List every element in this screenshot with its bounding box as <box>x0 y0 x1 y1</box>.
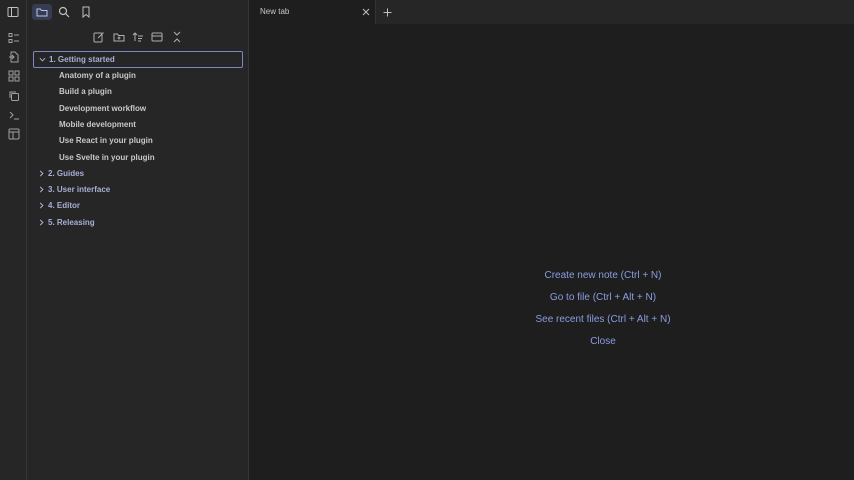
tree-item-label: 5. Releasing <box>48 218 95 227</box>
file-explorer-sidebar: 1. Getting started Anatomy of a plugin B… <box>7 0 249 480</box>
sidebar-header <box>7 0 249 24</box>
close-link[interactable]: Close <box>250 334 854 356</box>
file-swap-icon[interactable] <box>6 49 21 64</box>
tree-item-label: Development workflow <box>59 104 147 113</box>
tree-folder-editor[interactable]: 4. Editor <box>33 197 80 214</box>
close-icon[interactable] <box>360 6 371 17</box>
tree-folder-releasing[interactable]: 5. Releasing <box>33 214 95 231</box>
tree-file[interactable]: Development workflow <box>59 100 146 117</box>
tree-item-label: Mobile development <box>59 120 136 129</box>
search-icon[interactable] <box>54 4 74 20</box>
canvas-icon[interactable] <box>6 68 21 83</box>
tree-item-label: Use React in your plugin <box>59 136 153 145</box>
tree-folder-getting-started[interactable]: 1. Getting started <box>33 51 243 68</box>
tree-item-label: 3. User interface <box>48 185 111 194</box>
tree-item-label: Use Svelte in your plugin <box>59 153 155 162</box>
outline-icon[interactable] <box>6 30 21 45</box>
tree-item-label: 4. Editor <box>48 201 81 210</box>
create-new-note-link[interactable]: Create new note (Ctrl + N) <box>250 268 854 290</box>
empty-state-actions: Create new note (Ctrl + N) Go to file (C… <box>250 268 854 356</box>
ribbon <box>0 0 27 480</box>
bookmark-icon[interactable] <box>76 4 96 20</box>
terminal-icon[interactable] <box>6 107 21 122</box>
chevron-right-icon <box>36 218 46 228</box>
chevron-right-icon <box>36 185 46 195</box>
tree-item-label: Anatomy of a plugin <box>59 71 136 80</box>
collapse-all-icon[interactable] <box>169 29 185 45</box>
tab-title: New tab <box>260 7 290 16</box>
copy-icon[interactable] <box>6 88 21 103</box>
file-nav-actions <box>27 29 249 45</box>
tab-bar: New tab <box>250 0 854 24</box>
sidebar-toggle-icon[interactable] <box>3 4 23 20</box>
tree-file[interactable]: Anatomy of a plugin <box>59 67 136 84</box>
tree-folder-guides[interactable]: 2. Guides <box>33 165 84 182</box>
chevron-right-icon <box>36 201 46 211</box>
tree-item-label: 1. Getting started <box>49 55 115 64</box>
new-note-icon[interactable] <box>91 29 107 45</box>
plus-icon[interactable] <box>381 6 393 18</box>
tab-new-tab[interactable]: New tab <box>250 0 376 24</box>
auto-reveal-icon[interactable] <box>149 29 165 45</box>
go-to-file-link[interactable]: Go to file (Ctrl + Alt + N) <box>250 290 854 312</box>
tree-item-label: Build a plugin <box>59 87 112 96</box>
new-folder-icon[interactable] <box>111 29 127 45</box>
empty-state-view: Create new note (Ctrl + N) Go to file (C… <box>250 24 854 480</box>
chevron-right-icon <box>36 169 46 179</box>
tree-file[interactable]: Mobile development <box>59 116 136 133</box>
layout-icon[interactable] <box>6 126 21 141</box>
sort-icon[interactable] <box>130 29 146 45</box>
tree-item-label: 2. Guides <box>48 169 85 178</box>
tree-file[interactable]: Use Svelte in your plugin <box>59 149 155 166</box>
see-recent-files-link[interactable]: See recent files (Ctrl + Alt + N) <box>250 312 854 334</box>
folder-icon[interactable] <box>32 4 52 20</box>
chevron-down-icon <box>37 55 47 65</box>
tree-file[interactable]: Use React in your plugin <box>59 132 153 149</box>
tree-file[interactable]: Build a plugin <box>59 83 112 100</box>
tree-folder-user-interface[interactable]: 3. User interface <box>33 181 110 198</box>
